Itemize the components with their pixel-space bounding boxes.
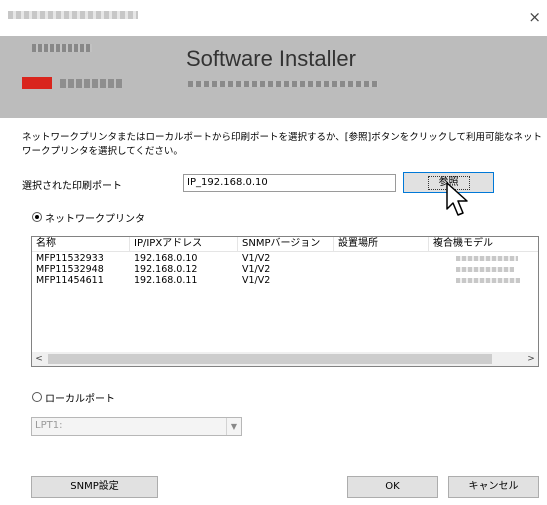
table-row[interactable]: MFP11532933 192.168.0.10 V1/V2	[32, 253, 538, 264]
scroll-left-icon[interactable]: <	[32, 352, 46, 366]
snmp-settings-button[interactable]: SNMP設定	[31, 476, 158, 498]
cell-ip: 192.168.0.12	[134, 264, 198, 275]
column-snmp[interactable]: SNMPバージョン	[238, 237, 334, 251]
ok-button[interactable]: OK	[347, 476, 438, 498]
cell-snmp: V1/V2	[242, 253, 271, 264]
cell-name: MFP11532948	[36, 264, 104, 275]
cell-snmp: V1/V2	[242, 264, 271, 275]
brand-logo-word	[60, 79, 123, 88]
cell-model-blurred	[456, 256, 518, 261]
mouse-pointer-icon	[446, 182, 468, 216]
cell-ip: 192.168.0.10	[134, 253, 198, 264]
cell-ip: 192.168.0.11	[134, 275, 198, 286]
header-banner: Software Installer	[0, 36, 547, 118]
network-printer-radio[interactable]	[32, 212, 42, 222]
local-port-select[interactable]: LPT1: ▼	[31, 417, 242, 436]
column-name[interactable]: 名称	[32, 237, 130, 251]
printer-list[interactable]: 名称 IP/IPXアドレス SNMPバージョン 設置場所 複合機モデル MFP1…	[31, 236, 539, 367]
selected-port-label: 選択された印刷ポート	[22, 181, 122, 192]
network-printer-label: ネットワークプリンタ	[45, 214, 145, 225]
column-model[interactable]: 複合機モデル	[429, 237, 538, 251]
table-row[interactable]: MFP11454611 192.168.0.11 V1/V2	[32, 275, 538, 286]
title-bar: ×	[0, 0, 547, 36]
local-port-label: ローカルポート	[45, 394, 115, 405]
cell-name: MFP11532933	[36, 253, 104, 264]
cancel-button[interactable]: キャンセル	[448, 476, 539, 498]
window-title-blurred	[8, 11, 138, 19]
installer-subtitle-blurred	[188, 81, 378, 87]
local-port-value: LPT1:	[35, 420, 63, 431]
column-location[interactable]: 設置場所	[334, 237, 429, 251]
cell-model-blurred	[456, 278, 520, 283]
brand-caption-blurred	[32, 44, 92, 52]
instructions-text: ネットワークプリンタまたはローカルポートから印刷ポートを選択するか、[参照]ボタ…	[22, 132, 542, 157]
selected-port-input[interactable]: IP_192.168.0.10	[183, 174, 396, 192]
cell-name: MFP11454611	[36, 275, 104, 286]
chevron-down-icon[interactable]: ▼	[226, 418, 241, 435]
horizontal-scrollbar[interactable]: < >	[32, 352, 538, 366]
table-row[interactable]: MFP11532948 192.168.0.12 V1/V2	[32, 264, 538, 275]
cell-snmp: V1/V2	[242, 275, 271, 286]
scroll-right-icon[interactable]: >	[524, 352, 538, 366]
installer-title: Software Installer	[186, 46, 356, 71]
brand-logo-mark	[22, 77, 52, 89]
scrollbar-thumb[interactable]	[48, 354, 492, 364]
local-port-radio[interactable]	[32, 392, 42, 402]
cell-model-blurred	[456, 267, 514, 272]
close-icon[interactable]: ×	[528, 9, 541, 25]
column-ip[interactable]: IP/IPXアドレス	[130, 237, 238, 251]
printer-list-header: 名称 IP/IPXアドレス SNMPバージョン 設置場所 複合機モデル	[32, 237, 538, 252]
